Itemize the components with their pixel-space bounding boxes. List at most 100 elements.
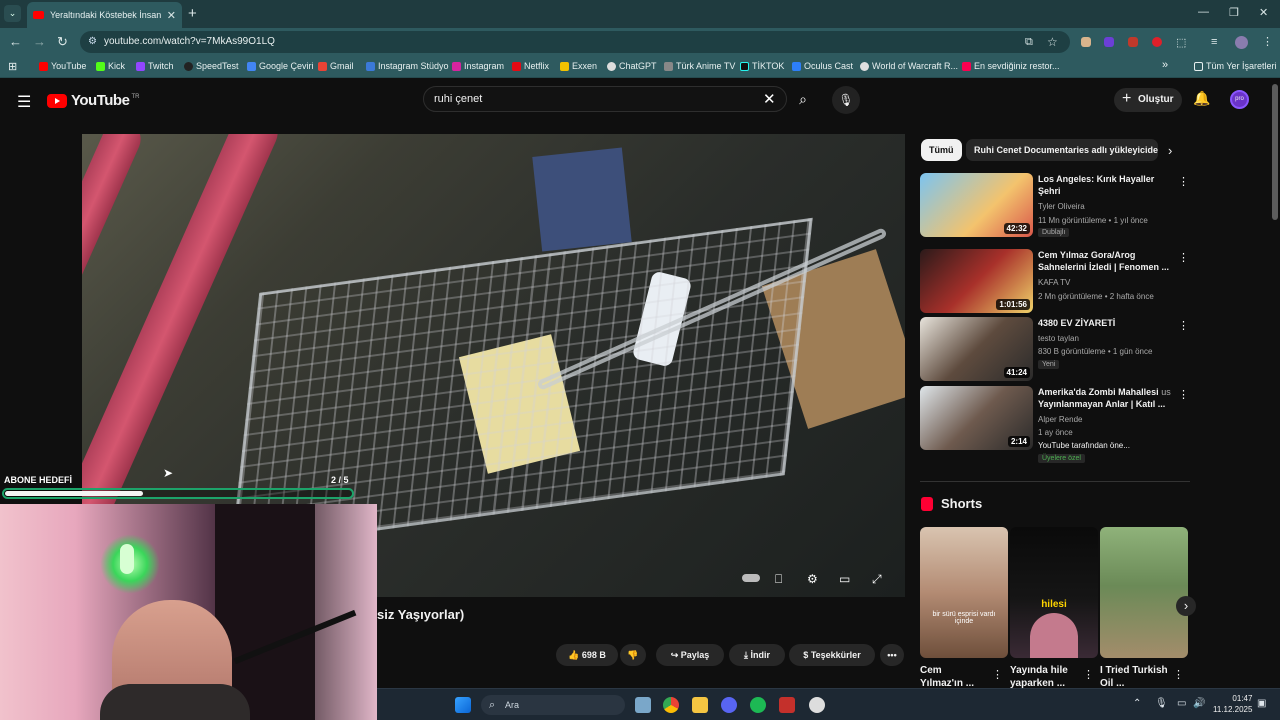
like-button[interactable]: 👍 698 B <box>556 644 618 666</box>
theater-mode-icon[interactable]: ▭ <box>839 572 850 586</box>
guide-menu-icon[interactable]: ☰ <box>17 92 31 112</box>
cast-icon[interactable]: ⧉ <box>1025 36 1033 49</box>
short-title[interactable]: Yayında hile yaparken ... <box>1010 664 1080 690</box>
recommendation-item[interactable]: 1:01:56 Cem Yılmaz Gora/Arog Sahnelerini… <box>920 249 1195 313</box>
page-scrollbar[interactable] <box>1272 84 1278 220</box>
window-close-icon[interactable]: ✕ <box>1259 6 1268 19</box>
obs-icon[interactable] <box>809 697 825 713</box>
forward-icon[interactable]: → <box>33 34 46 49</box>
chrome-icon[interactable] <box>663 697 679 713</box>
url-bar[interactable]: ⚙ youtube.com/watch?v=7MkAs99O1LQ <box>80 31 1070 53</box>
extension-icon[interactable] <box>1152 37 1162 47</box>
search-button[interactable]: ⌕ <box>787 86 819 112</box>
more-vert-icon[interactable]: ⋮ <box>1178 388 1189 401</box>
voice-search-icon[interactable]: 🎙 <box>832 86 860 114</box>
recommendation-item[interactable]: 42:32 Los Angeles: Kırık Hayaller Şehri … <box>920 173 1195 237</box>
bookmark-kick[interactable]: Kick <box>96 61 125 71</box>
maximize-icon[interactable]: ❐ <box>1229 6 1239 19</box>
bookmark-chatgpt[interactable]: ChatGPT <box>607 61 657 71</box>
search-input[interactable]: ruhi çenet <box>423 86 787 112</box>
site-info-icon[interactable]: ⚙ <box>88 31 97 53</box>
back-icon[interactable]: ← <box>9 34 22 49</box>
bookmark-star-icon[interactable]: ☆ <box>1047 35 1058 49</box>
microphone-icon[interactable]: 🎙 <box>1155 698 1168 709</box>
more-vert-icon[interactable]: ⋮ <box>1083 668 1094 681</box>
youtube-logo[interactable]: YouTube TR <box>47 92 139 109</box>
bookmark-warcraft[interactable]: World of Warcraft R... <box>860 61 958 71</box>
extension-icon[interactable] <box>1128 37 1138 47</box>
minimize-icon[interactable]: — <box>1198 6 1209 18</box>
bookmark-youtube[interactable]: YouTube <box>39 61 86 71</box>
bookmarks-overflow-icon[interactable]: » <box>1162 59 1168 71</box>
bookmark-exxen[interactable]: Exxen <box>560 61 597 71</box>
short-title[interactable]: I Tried Turkish Oil ... <box>1100 664 1170 690</box>
notification-icon[interactable]: ▣ <box>1257 698 1266 709</box>
bookmark-instagram[interactable]: Instagram <box>452 61 504 71</box>
bookmark-speedtest[interactable]: SpeedTest <box>184 61 239 71</box>
shorts-next-icon[interactable]: › <box>1176 596 1196 616</box>
short-thumbnail[interactable] <box>1100 527 1188 658</box>
bookmark-netflix[interactable]: Netflix <box>512 61 549 71</box>
tray-overflow-icon[interactable]: ⌃ <box>1133 698 1141 709</box>
rec-meta: 2 Mn görüntüleme • 2 hafta önce <box>1038 292 1154 301</box>
bookmark-gmail[interactable]: Gmail <box>318 61 354 71</box>
more-vert-icon[interactable]: ⋮ <box>1173 668 1184 681</box>
short-title[interactable]: Cem Yılmaz'ın ... <box>920 664 984 690</box>
bookmark-tiktok[interactable]: TİKTOK <box>740 61 784 71</box>
create-button[interactable]: Oluştur <box>1114 87 1182 112</box>
autoplay-toggle[interactable] <box>742 574 760 582</box>
account-avatar[interactable]: pro <box>1230 90 1249 109</box>
taskbar-search[interactable]: Ara <box>481 695 625 715</box>
taskbar-clock[interactable]: 01:47 11.12.2025 <box>1213 693 1252 715</box>
extensions-puzzle-icon[interactable]: ⬚ <box>1176 36 1186 49</box>
chip-all[interactable]: Tümü <box>921 139 962 161</box>
tab-search-chevron-icon[interactable]: ⌄ <box>4 5 21 22</box>
windows-start-icon[interactable] <box>455 697 471 713</box>
volume-icon[interactable]: 🔊 <box>1193 698 1205 709</box>
bookmark-restaurant[interactable]: En sevdiğiniz restor... <box>962 61 1060 71</box>
extension-icon[interactable] <box>1104 37 1114 47</box>
share-button[interactable]: ↪ Paylaş <box>656 644 724 666</box>
more-vert-icon[interactable]: ⋮ <box>1178 251 1189 264</box>
discord-icon[interactable] <box>721 697 737 713</box>
more-vert-icon[interactable]: ⋮ <box>1178 175 1189 188</box>
recommendation-item[interactable]: 2:14 Amerika'da Zombi Mahallesi us Yayınl… <box>920 386 1195 463</box>
reload-icon[interactable]: ↻ <box>57 34 68 50</box>
thanks-button[interactable]: $ Teşekkürler <box>789 644 875 666</box>
bookmark-google-translate[interactable]: Google Çeviri <box>247 61 314 71</box>
recommendation-item[interactable]: 41:24 4380 EV ZİYARETİ testo taylan 830 … <box>920 317 1195 381</box>
bookmark-turk-anime[interactable]: Türk Anime TV <box>664 61 735 71</box>
bookmark-instagram-studio[interactable]: Instagram Stüdyo <box>366 61 449 71</box>
more-actions-icon[interactable]: ••• <box>880 644 904 666</box>
notifications-bell-icon[interactable]: 🔔 <box>1193 90 1210 107</box>
bookmark-oculus-cast[interactable]: Oculus Cast <box>792 61 853 71</box>
file-explorer-icon[interactable] <box>692 697 708 713</box>
widgets-icon[interactable] <box>635 697 651 713</box>
apps-grid-icon[interactable]: ⊞ <box>8 60 17 73</box>
profile-avatar-icon[interactable] <box>1235 36 1248 49</box>
chip-uploader[interactable]: Ruhi Cenet Documentaries adlı yükleyicid… <box>966 139 1158 161</box>
all-bookmarks[interactable]: Tüm Yer İşaretleri <box>1194 61 1277 71</box>
browser-menu-icon[interactable]: ⋮ <box>1262 35 1273 48</box>
clear-search-icon[interactable]: ✕ <box>763 90 776 108</box>
bookmark-twitch[interactable]: Twitch <box>136 61 174 71</box>
extension-icon[interactable] <box>1081 37 1091 47</box>
close-tab-icon[interactable]: ✕ <box>167 9 176 22</box>
chips-next-icon[interactable]: › <box>1168 143 1172 158</box>
download-button[interactable]: ⤓ İndir <box>729 644 785 666</box>
settings-gear-icon[interactable]: ⚙ <box>807 572 818 586</box>
more-vert-icon[interactable]: ⋮ <box>992 668 1003 681</box>
sidebar-icon[interactable]: ≡ <box>1211 36 1217 48</box>
subtitles-icon[interactable]: ⎕ <box>775 572 782 587</box>
app-icon[interactable] <box>779 697 795 713</box>
spotify-icon[interactable] <box>750 697 766 713</box>
bookmarks-bar: ⊞ YouTube Kick Twitch SpeedTest Google Ç… <box>0 56 1280 78</box>
short-thumbnail[interactable]: hilesi <box>1010 527 1098 658</box>
fullscreen-icon[interactable]: ⤢ <box>872 572 882 587</box>
browser-tab-active[interactable]: Yeraltındaki Köstebek İnsanlar ✕ <box>27 2 182 28</box>
network-icon[interactable]: ▭ <box>1177 698 1186 709</box>
dislike-button[interactable]: 👎 <box>620 644 646 666</box>
short-thumbnail[interactable]: bir sürü esprisi vardı içinde <box>920 527 1008 658</box>
more-vert-icon[interactable]: ⋮ <box>1178 319 1189 332</box>
new-tab-icon[interactable]: + <box>188 5 197 22</box>
